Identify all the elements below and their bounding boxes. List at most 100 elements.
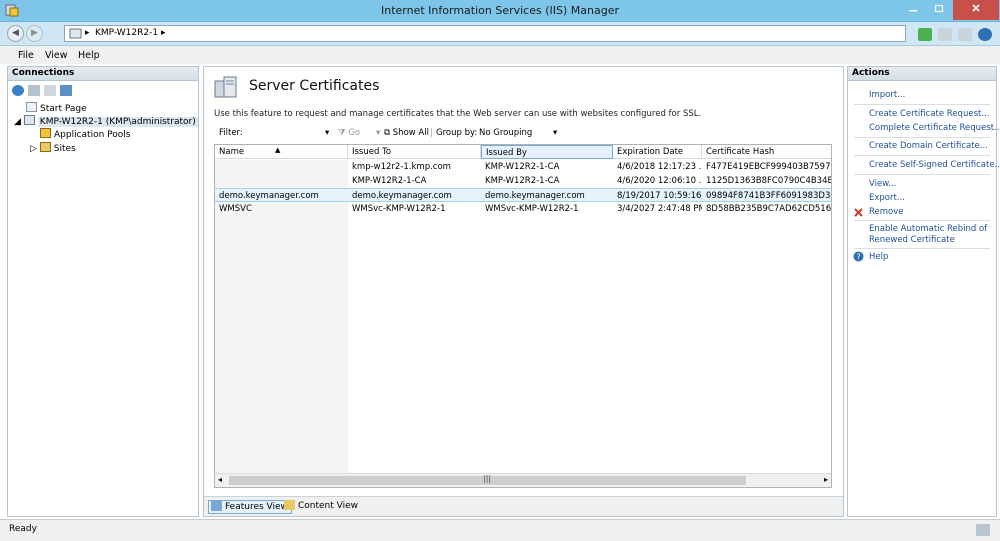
help-icon[interactable] [978,27,992,41]
forward-button[interactable]: ▶ [26,25,43,42]
tree-sites[interactable]: ▷ Sites [30,142,76,155]
action-create-certificate-request[interactable]: Create Certificate Request... [869,109,989,120]
scroll-right-icon[interactable]: ▸ [824,475,828,484]
show-all-icon: ⧉ [384,128,391,138]
action-view[interactable]: View... [869,179,897,190]
cell-name: WMSVC [219,204,252,214]
scroll-left-icon[interactable]: ◂ [218,475,222,484]
content-view-tab[interactable]: Content View [282,500,361,514]
menu-help[interactable]: Help [78,50,100,61]
cell-certificate-hash: 8D58BB235B9C7AD62CD516D... [706,204,832,214]
action-complete-certificate-request[interactable]: Complete Certificate Request... [869,123,1000,134]
action-create-domain-certificate[interactable]: Create Domain Certificate... [869,141,988,152]
column-header-expiration-date[interactable]: Expiration Date [613,145,702,159]
status-text: Ready [9,524,37,534]
cell-certificate-hash: 09894F8741B3FF6091983D3F9... [706,191,831,201]
table-row[interactable]: KMP-W12R2-1-CA KMP-W12R2-1-CA 4/6/2020 1… [215,174,831,188]
close-icon [972,4,980,12]
tree-application-pools[interactable]: Application Pools [40,128,130,141]
tree-server[interactable]: ◢ KMP-W12R2-1 (KMP\administrator) [14,115,198,128]
show-all-button[interactable]: ⧉ Show All [384,128,429,138]
minimize-button[interactable] [900,0,926,20]
cell-issued-to: WMSvc-KMP-W12R2-1 [352,204,446,214]
help-icon: ? [853,251,864,262]
content-view-icon [284,500,295,510]
menu-view[interactable]: View [45,50,68,61]
table-row[interactable]: WMSVC WMSvc-KMP-W12R2-1 WMSvc-KMP-W12R2-… [215,202,831,216]
table-row[interactable]: kmp-w12r2-1.kmp.com KMP-W12R2-1-CA 4/6/2… [215,160,831,174]
action-enable-rebind-line-1: Enable Automatic Rebind of [869,224,988,234]
action-remove[interactable]: Remove [869,207,904,218]
certificates-table: Name ▲ Issued To Issued By Expiration Dat… [214,144,832,488]
close-button[interactable] [953,0,999,20]
action-enable-automatic-rebind[interactable]: Enable Automatic Rebind of Renewed Certi… [869,224,987,246]
server-icon [69,28,82,39]
cell-expiration-date: 4/6/2020 12:06:10 ... [617,176,702,186]
tree-label: Start Page [40,104,87,114]
action-create-self-signed-certificate[interactable]: Create Self-Signed Certificate... [869,160,1000,171]
column-label: Name [219,147,245,157]
scrollbar-grip-icon: ||| [483,474,492,483]
group-by-label: Group by: [436,128,478,138]
action-export[interactable]: Export... [869,193,905,204]
home-icon[interactable] [958,27,972,41]
cell-expiration-date: 3/4/2027 2:47:48 PM [617,204,702,214]
back-button[interactable]: ◀ [7,25,24,42]
column-header-name[interactable]: Name ▲ [215,145,348,159]
cell-name [215,160,348,174]
column-header-certificate-hash[interactable]: Certificate Hash [702,145,831,159]
filter-input[interactable] [254,127,332,139]
maximize-button[interactable] [926,0,952,20]
column-header-issued-by[interactable]: Issued By [481,145,613,159]
save-icon[interactable] [28,85,40,96]
tree-label: KMP-W12R2-1 (KMP\administrator) [37,117,198,127]
column-header-issued-to[interactable]: Issued To [348,145,481,159]
up-folder-icon[interactable] [44,85,56,96]
certificate-server-icon [214,76,237,98]
cell-issued-by: KMP-W12R2-1-CA [485,176,560,186]
page-title: Server Certificates [249,78,380,94]
server-certificates-panel: Server Certificates Use this feature to … [203,66,844,517]
svg-text:?: ? [856,253,860,262]
expand-icon: ▷ [30,144,37,154]
table-row-selected[interactable]: demo.keymanager.com demo.keymanager.com … [215,188,831,202]
chevron-down-icon: ▾ [553,128,558,138]
breadcrumb-server[interactable]: KMP-W12R2-1 [95,28,158,38]
features-view-icon [211,501,222,511]
disconnect-icon[interactable] [60,85,72,96]
action-enable-rebind-line-2: Renewed Certificate [869,235,955,245]
menu-file[interactable]: File [18,50,34,61]
menu-bar: File View Help [0,46,1000,64]
group-by-select[interactable]: No Grouping ▾ [479,128,564,138]
back-arrow-icon: ◀ [12,28,19,38]
folder-icon [39,142,51,152]
cell-certificate-hash: 1125D1363B8FC0790C4B34E01... [706,176,831,186]
cell-issued-to: KMP-W12R2-1-CA [352,176,427,186]
forward-arrow-icon: ▶ [31,28,38,38]
cell-expiration-date: 8/19/2017 10:59:16... [617,191,702,201]
window-title: Internet Information Services (IIS) Mana… [381,4,619,17]
connections-toolbar [8,82,198,99]
horizontal-scrollbar[interactable]: ◂ ||| ▸ [215,473,831,487]
cell-issued-by: WMSvc-KMP-W12R2-1 [485,204,579,214]
go-button[interactable]: ⧩ Go [338,128,360,138]
separator [854,220,990,221]
show-all-label: Show All [392,128,429,138]
action-import[interactable]: Import... [869,90,905,101]
separator [854,174,990,175]
page-description: Use this feature to request and manage c… [214,109,702,119]
address-field[interactable]: ▸ KMP-W12R2-1 ▸ [64,25,906,42]
connect-globe-icon[interactable] [12,85,24,96]
funnel-icon: ⧩ [338,128,346,138]
cell-expiration-date: 4/6/2018 12:17:23 ... [617,162,702,172]
separator [854,248,990,249]
filter-dropdown-icon[interactable]: ▾ [325,128,329,138]
features-view-tab[interactable]: Features View [208,500,292,514]
tree-start-page[interactable]: Start Page [26,102,87,115]
go-dropdown-icon[interactable]: ▾ [376,128,380,138]
collapse-icon: ◢ [14,117,21,127]
actions-panel: Actions Import... Create Certificate Req… [847,66,1000,517]
stop-icon[interactable] [938,27,952,41]
action-help[interactable]: Help [869,252,888,263]
connect-icon[interactable] [918,27,932,41]
